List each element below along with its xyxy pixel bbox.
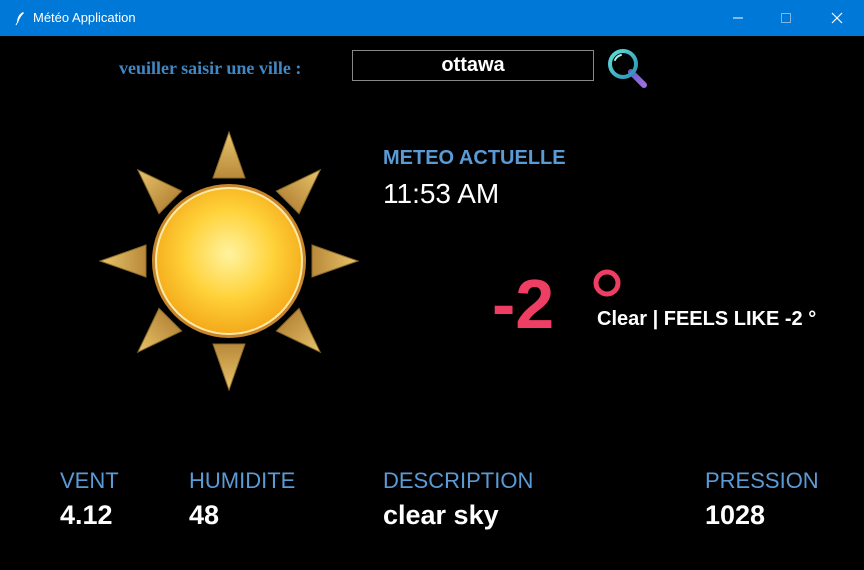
- pressure-label: PRESSION: [705, 468, 819, 493]
- description-value: clear sky: [383, 500, 499, 530]
- city-prompt-label: veuiller saisir une ville :: [119, 58, 302, 78]
- search-icon: [608, 49, 647, 88]
- window-title: Météo Application: [33, 10, 136, 25]
- humidity-value: 48: [189, 500, 220, 530]
- minimize-icon: [733, 17, 743, 19]
- description-label: DESCRIPTION: [383, 468, 534, 493]
- app-window: Météo Application veuiller saisir une vi…: [0, 0, 864, 570]
- sun-icon: [98, 130, 360, 392]
- temperature-value: -2: [492, 265, 555, 343]
- title-bar[interactable]: Météo Application: [0, 0, 864, 36]
- humidity-label: HUMIDITE: [189, 468, 296, 493]
- pressure-value: 1028: [705, 500, 766, 530]
- maximize-button[interactable]: [763, 0, 809, 36]
- city-input[interactable]: [352, 50, 594, 81]
- search-button[interactable]: [604, 45, 650, 91]
- feather-icon: [15, 12, 24, 26]
- wind-label: VENT: [60, 468, 119, 493]
- wind-value: 4.12: [60, 500, 113, 530]
- close-icon: [831, 12, 843, 24]
- current-time: 11:53 AM: [383, 178, 500, 209]
- current-weather-title: METEO ACTUELLE: [383, 147, 566, 169]
- feels-like-summary: Clear | FEELS LIKE -2 °: [597, 308, 817, 330]
- minimize-button[interactable]: [715, 0, 761, 36]
- maximize-icon: [781, 13, 791, 23]
- close-button[interactable]: [814, 0, 860, 36]
- degree-icon: [593, 269, 621, 297]
